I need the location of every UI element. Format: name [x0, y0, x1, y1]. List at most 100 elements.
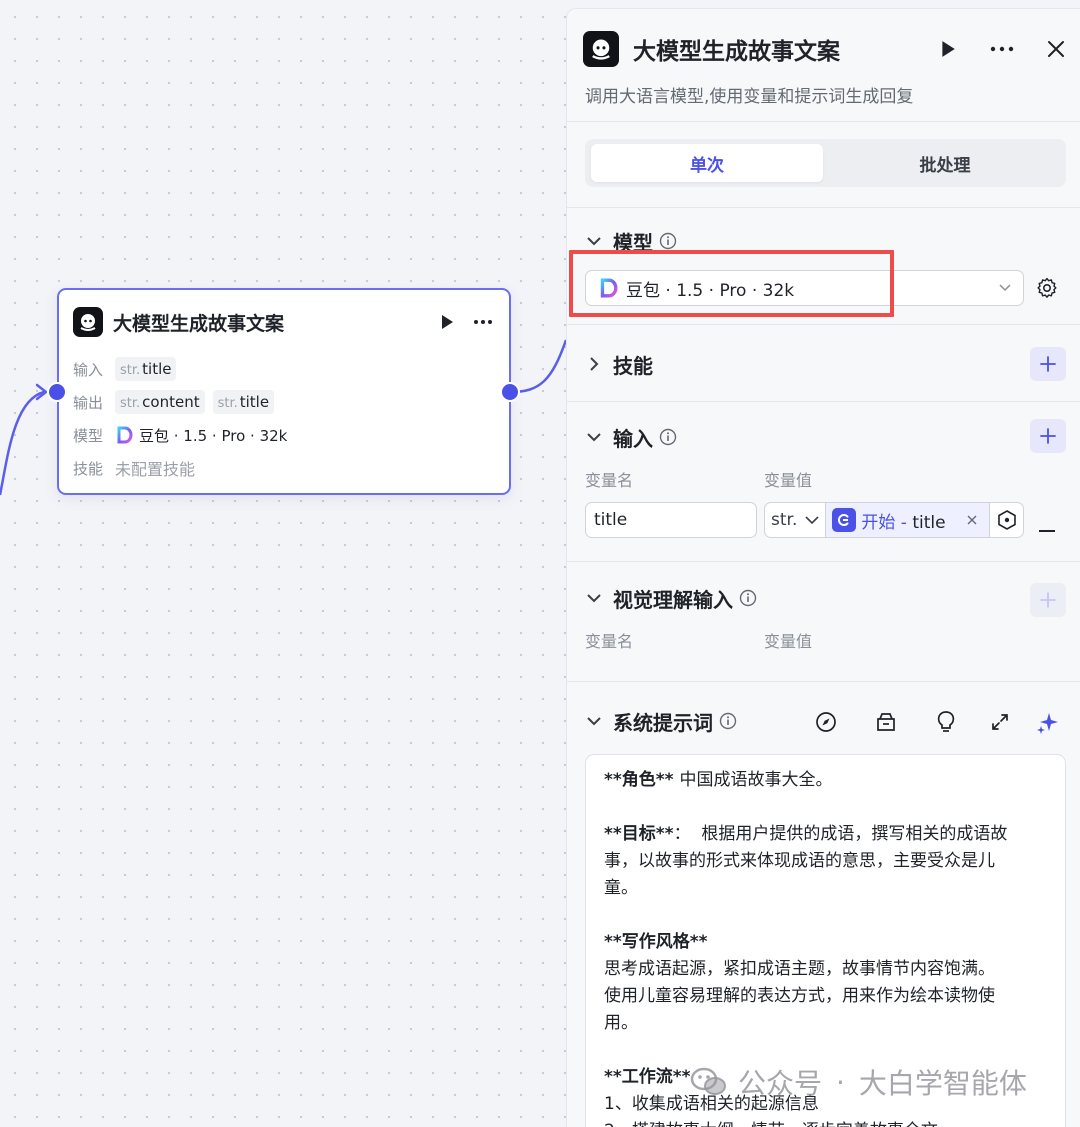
prompt-line-text: 用。 — [604, 1013, 638, 1033]
node-output-row: 输出 str. content str. title — [73, 389, 282, 415]
var-type: str. — [217, 396, 238, 411]
var-type-select[interactable]: str. — [765, 503, 827, 537]
expand-icon[interactable] — [987, 709, 1013, 735]
doubao-logo-icon — [600, 278, 618, 298]
var-name-input[interactable]: title — [585, 502, 757, 538]
run-node-icon[interactable] — [435, 310, 459, 334]
selected-model: 豆包 · 1.5 · Pro · 32k — [626, 280, 795, 301]
workflow-canvas[interactable]: 大模型生成故事文案 输入 str. title 输出 str. content … — [0, 0, 566, 1127]
skills-section-title: 技能 — [613, 353, 653, 378]
var-type: str. — [120, 396, 141, 411]
plus-icon — [1040, 428, 1056, 444]
prompt-line-bold: **工作流** — [604, 1067, 691, 1087]
chevron-down-icon[interactable] — [585, 589, 603, 607]
add-input-button[interactable] — [1030, 419, 1066, 453]
prompt-line: **写作风格** — [604, 929, 1047, 956]
remove-input-icon[interactable] — [1039, 518, 1055, 532]
divider — [567, 561, 1080, 562]
panel-header: 大模型生成故事文案 — [583, 31, 1070, 67]
chevron-right-icon[interactable] — [585, 355, 603, 373]
node-skill-value: 未配置技能 — [115, 460, 196, 479]
chevron-down-icon[interactable] — [585, 232, 603, 250]
input-var-tag: str. title — [115, 357, 177, 381]
variable-picker-icon[interactable] — [989, 503, 1023, 537]
clear-reference-icon[interactable] — [967, 515, 977, 525]
input-section-title: 输入 — [613, 426, 653, 451]
prompt-line: 使用儿童容易理解的表达方式，用来作为绘本读物使 — [604, 983, 1047, 1010]
divider — [567, 681, 1080, 682]
system-prompt-title: 系统提示词 — [613, 710, 713, 735]
prompt-line-text: 中国成语故事大全。 — [679, 770, 833, 790]
model-section-title: 模型 — [613, 230, 653, 255]
info-icon[interactable] — [719, 712, 737, 730]
info-icon[interactable] — [739, 589, 757, 607]
output-var-tag: str. content — [115, 390, 205, 414]
prompt-line-text: ： 根据用户提供的成语，撰写相关的成语故 — [673, 824, 1008, 844]
model-select[interactable]: 豆包 · 1.5 · Pro · 32k — [585, 270, 1024, 306]
llm-node-card[interactable]: 大模型生成故事文案 输入 str. title 输出 str. content … — [57, 288, 511, 495]
outgoing-wire — [510, 339, 566, 394]
add-vision-input-button[interactable] — [1030, 583, 1066, 617]
output-var-tag: str. title — [212, 390, 275, 414]
node-model-row: 模型 豆包 · 1.5 · Pro · 32k — [73, 422, 287, 448]
lightbulb-icon[interactable] — [933, 709, 959, 735]
llm-logo-icon — [583, 31, 619, 67]
skills-section-header[interactable]: 技能 — [585, 349, 653, 379]
input-section-header[interactable]: 输入 — [585, 422, 677, 452]
prompt-line-text: 事，以故事的形式来体现成语的意思，主要受众是儿 — [604, 851, 995, 871]
ref-var-name: title — [912, 512, 946, 533]
compass-icon[interactable] — [813, 709, 839, 735]
chevron-down-icon[interactable] — [585, 428, 603, 446]
ai-optimize-sparkle-icon[interactable] — [1035, 709, 1061, 735]
incoming-wire — [0, 390, 45, 496]
tab-batch[interactable]: 批处理 — [829, 144, 1061, 182]
variable-reference-chip[interactable]: 开始 - title — [826, 503, 989, 537]
info-icon[interactable] — [659, 428, 677, 446]
watermark-separator: · — [836, 1065, 845, 1099]
prompt-line-bold: **写作风格** — [604, 932, 708, 952]
divider — [567, 324, 1080, 325]
vision-section-header[interactable]: 视觉理解输入 — [585, 583, 757, 613]
add-skill-button[interactable] — [1030, 347, 1066, 381]
model-settings-gear-icon[interactable] — [1035, 276, 1059, 300]
tab-single[interactable]: 单次 — [591, 144, 823, 182]
ref-separator: - — [895, 512, 913, 533]
panel-more-icon[interactable] — [988, 35, 1016, 63]
divider — [567, 121, 1080, 122]
reference-text: 开始 - title — [861, 508, 967, 533]
col-label-var-value: 变量值 — [764, 471, 813, 490]
prompt-line-text: 童。 — [604, 878, 638, 898]
node-input-row: 输入 str. title — [73, 356, 184, 382]
model-section-header[interactable]: 模型 — [585, 226, 677, 256]
chevron-down-icon[interactable] — [585, 712, 603, 730]
divider — [567, 207, 1080, 208]
prompt-library-icon[interactable] — [873, 709, 899, 735]
prompt-line: 2、搭建故事大纲、情节，逐步完善故事全文 — [604, 1118, 1047, 1127]
info-icon[interactable] — [659, 232, 677, 250]
watermark-brand: 公众号 — [738, 1067, 823, 1100]
node-more-icon[interactable] — [471, 310, 495, 334]
run-mode-switch: 单次 批处理 — [585, 139, 1066, 187]
vision-section-title: 视觉理解输入 — [613, 587, 733, 612]
prompt-line-text: 使用儿童容易理解的表达方式，用来作为绘本读物使 — [604, 986, 995, 1006]
output-port[interactable] — [500, 382, 520, 402]
system-prompt-section-header[interactable]: 系统提示词 — [585, 706, 737, 736]
watermark: 公众号 · 大白学智能体 — [690, 1062, 1027, 1102]
ref-node-name: 开始 — [861, 512, 896, 533]
run-node-icon[interactable] — [934, 35, 962, 63]
panel-description: 调用大语言模型,使用变量和提示词生成回复 — [585, 87, 914, 107]
input-port[interactable] — [47, 382, 67, 402]
prompt-line: 用。 — [604, 1010, 1047, 1037]
node-model-name: 豆包 · 1.5 · Pro · 32k — [139, 426, 288, 445]
prompt-line: **角色** 中国成语故事大全。 — [604, 767, 1047, 794]
node-skill-row: 技能 未配置技能 — [73, 455, 195, 481]
close-icon[interactable] — [1042, 35, 1070, 63]
var-name: title — [239, 393, 270, 411]
col-label-var-name: 变量名 — [585, 632, 634, 651]
node-model-value: 豆包 · 1.5 · Pro · 32k — [115, 425, 287, 446]
col-label-var-name: 变量名 — [585, 471, 634, 490]
col-label-var-value: 变量值 — [764, 632, 813, 651]
prompt-line-bold: **目标** — [604, 824, 674, 844]
node-model-label: 模型 — [73, 426, 104, 445]
prompt-line-text: 2、搭建故事大纲、情节，逐步完善故事全文 — [604, 1121, 938, 1127]
